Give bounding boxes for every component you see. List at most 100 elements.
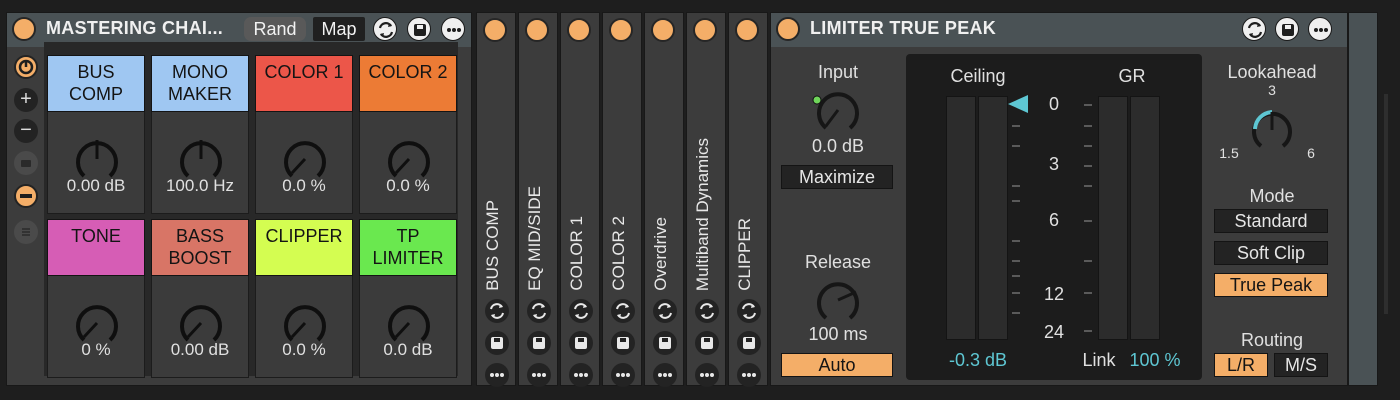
add-macro-icon[interactable]: + [14, 88, 38, 112]
limiter-power-button[interactable] [776, 17, 800, 41]
ceiling-meter-right [978, 96, 1008, 340]
scale-tick [1012, 200, 1020, 202]
more-icon[interactable] [527, 363, 551, 387]
mode-true-peak-button[interactable]: True Peak [1214, 273, 1328, 297]
save-icon[interactable] [737, 331, 761, 355]
save-icon[interactable] [527, 331, 551, 355]
scale-tick [1012, 145, 1020, 147]
rack-save-icon[interactable] [407, 17, 431, 41]
limiter-save-icon[interactable] [1275, 17, 1299, 41]
chain-list-toggle-icon[interactable] [14, 184, 38, 208]
save-icon[interactable] [485, 331, 509, 355]
macro-1-knob[interactable]: 0.00 dB [47, 112, 145, 214]
more-icon[interactable] [737, 363, 761, 387]
macro-6-knob[interactable]: 0.00 dB [151, 276, 249, 378]
gr-label: GR [1118, 66, 1146, 86]
ceiling-meter-left [946, 96, 976, 340]
hot-swap-icon[interactable] [569, 299, 593, 323]
hot-swap-icon[interactable] [611, 299, 635, 323]
macro-6-label[interactable]: BASS BOOST [151, 219, 249, 276]
chain-device-color-2[interactable]: COLOR 2 [602, 12, 642, 387]
mode-label: Mode [1249, 186, 1295, 206]
auto-release-button[interactable]: Auto [781, 353, 893, 377]
macro-8-label[interactable]: TP LIMITER [359, 219, 457, 276]
chain-power-button[interactable] [651, 18, 675, 42]
scale-tick [1084, 185, 1092, 187]
map-button[interactable]: Map [313, 17, 365, 41]
chain-device-clipper[interactable]: CLIPPER [728, 12, 768, 387]
snapshot-icon[interactable] [14, 151, 38, 175]
macro-3-label[interactable]: COLOR 1 [255, 55, 353, 112]
scale-label-0: 0 [1048, 94, 1059, 114]
release-value: 100 ms [808, 324, 868, 344]
hot-swap-icon[interactable] [527, 299, 551, 323]
limiter-panel-edge [1348, 12, 1378, 386]
macro-2-knob[interactable]: 100.0 Hz [151, 112, 249, 214]
mode-soft-clip-button[interactable]: Soft Clip [1214, 241, 1328, 265]
lookahead-knob[interactable] [1244, 100, 1300, 154]
chain-power-button[interactable] [483, 18, 507, 42]
limiter-title: LIMITER TRUE PEAK [810, 18, 997, 38]
macro-5-knob[interactable]: 0 % [47, 276, 145, 378]
macro-4-label[interactable]: COLOR 2 [359, 55, 457, 112]
scale-label-3: 3 [1048, 154, 1059, 174]
chain-label: Multiband Dynamics [693, 137, 712, 291]
ceiling-value[interactable]: -0.3 dB [932, 350, 1024, 371]
scale-tick [1084, 145, 1092, 147]
macro-7-knob[interactable]: 0.0 % [255, 276, 353, 378]
maximize-button[interactable]: Maximize [781, 165, 893, 189]
ceiling-slider-handle-icon[interactable] [1008, 94, 1030, 114]
rack-more-icon[interactable] [441, 17, 465, 41]
save-icon[interactable] [695, 331, 719, 355]
more-icon[interactable] [569, 363, 593, 387]
routing-ms-button[interactable]: M/S [1274, 353, 1328, 377]
limiter-more-icon[interactable] [1308, 17, 1332, 41]
rack-power-button[interactable] [12, 17, 36, 41]
more-icon[interactable] [611, 363, 635, 387]
scale-tick [1084, 260, 1092, 262]
macro-3-knob[interactable]: 0.0 % [255, 112, 353, 214]
save-icon[interactable] [611, 331, 635, 355]
scrollbar[interactable] [1384, 94, 1388, 314]
macro-2-label[interactable]: MONO MAKER [151, 55, 249, 112]
chain-device-bus-comp[interactable]: BUS COMP [476, 12, 516, 387]
chain-device-overdrive[interactable]: Overdrive [644, 12, 684, 387]
save-icon[interactable] [653, 331, 677, 355]
release-knob[interactable] [806, 272, 868, 324]
scale-tick [1012, 125, 1020, 127]
chain-power-button[interactable] [525, 18, 549, 42]
chain-device-multiband-dynamics[interactable]: Multiband Dynamics [686, 12, 726, 387]
macro-5-label[interactable]: TONE [47, 219, 145, 276]
devices-list-icon[interactable] [14, 220, 38, 244]
chain-device-eq-mid-side[interactable]: EQ MID/SIDE [518, 12, 558, 387]
input-knob[interactable] [806, 82, 868, 134]
routing-lr-button[interactable]: L/R [1214, 353, 1268, 377]
scale-tick [1084, 125, 1092, 127]
chain-power-button[interactable] [567, 18, 591, 42]
limiter-hot-swap-icon[interactable] [1242, 17, 1266, 41]
more-icon[interactable] [695, 363, 719, 387]
chain-power-button[interactable] [609, 18, 633, 42]
more-icon[interactable] [653, 363, 677, 387]
scale-tick [1012, 260, 1020, 262]
lookahead-mark-min: 1.5 [1219, 145, 1239, 161]
chain-power-button[interactable] [693, 18, 717, 42]
link-value[interactable]: 100 % [1124, 350, 1186, 371]
rand-button[interactable]: Rand [244, 17, 306, 41]
chain-power-button[interactable] [735, 18, 759, 42]
remove-macro-icon[interactable]: − [14, 119, 38, 143]
chain-device-color-1[interactable]: COLOR 1 [560, 12, 600, 387]
more-icon[interactable] [485, 363, 509, 387]
hot-swap-icon[interactable] [695, 299, 719, 323]
hot-swap-icon[interactable] [737, 299, 761, 323]
save-icon[interactable] [569, 331, 593, 355]
macro-1-label[interactable]: BUS COMP [47, 55, 145, 112]
macro-4-knob[interactable]: 0.0 % [359, 112, 457, 214]
macro-7-label[interactable]: CLIPPER [255, 219, 353, 276]
hot-swap-icon[interactable] [653, 299, 677, 323]
rack-hot-swap-icon[interactable] [373, 17, 397, 41]
mode-standard-button[interactable]: Standard [1214, 209, 1328, 233]
macro-8-knob[interactable]: 0.0 dB [359, 276, 457, 378]
macro-view-toggle-icon[interactable] [14, 55, 38, 79]
hot-swap-icon[interactable] [485, 299, 509, 323]
